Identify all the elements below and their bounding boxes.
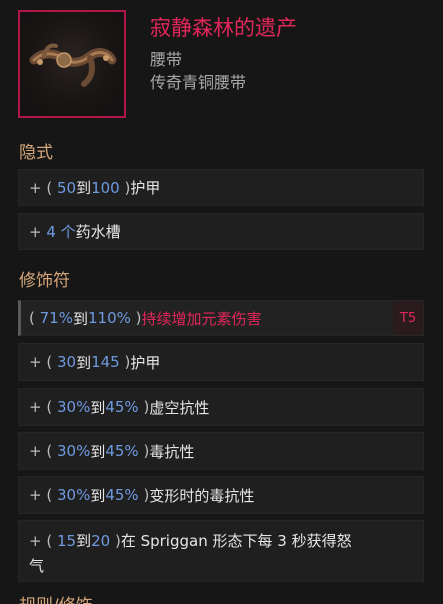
mod-max: 100 [91,178,120,197]
mod-sep: 到 [90,486,106,505]
mod-min: 30 [56,353,77,371]
mod-prefix: + ( [29,353,53,371]
mod-max: 45% [105,398,139,416]
mod-prefix: + ( [29,486,53,504]
mod-min: 15 [56,532,77,550]
mod-line-1: + ( 15到20 )在 Spriggan 形态下每 3 秒获得怒 [29,529,423,554]
mod-prefix: + ( [29,178,53,197]
bronze-belt-icon[interactable] [18,10,126,118]
mod-prefix: + ( [29,442,53,460]
mod-stat: 持续增加元素伤害 [141,309,262,328]
affix-mod-armor[interactable]: + ( 30 到 145 ) 护甲 [18,343,424,381]
mod-sep: 到 [90,442,106,461]
mod-sep: 到 [76,532,92,550]
mod-sep: 到 [90,398,106,417]
affix-mod-elemental-damage[interactable]: ( 71% 到 110% ) 持续增加元素伤害 T5 [18,300,424,336]
belt-artwork [29,43,117,87]
item-name: 寂静森林的遗产 [150,16,297,40]
mod-prefix: ( [29,309,35,327]
affix-mod-void-resistance[interactable]: + ( 30% 到 45% ) 虚空抗性 [18,388,424,426]
mod-prefix: + [29,222,42,241]
mod-stat: 护甲 [130,353,161,372]
affix-mod-spriggan-rage[interactable]: + ( 15到20 )在 Spriggan 形态下每 3 秒获得怒 气 [18,520,424,582]
tier-badge: T5 [393,301,423,335]
mod-max: 20 [91,532,111,550]
mod-sep: 到 [72,309,88,328]
mod-min: 30% [56,486,91,504]
implicit-section-title: 隐式 [19,143,53,163]
mod-prefix: + ( [29,532,53,550]
mod-count: 4 个 [46,223,76,241]
affix-mod-poison-resistance[interactable]: + ( 30% 到 45% ) 毒抗性 [18,432,424,470]
item-base-type: 传奇青铜腰带 [150,73,247,92]
mod-stat: 虚空抗性 [149,398,210,417]
mod-stat: 药水槽 [75,223,121,241]
mod-stat: 护甲 [130,179,161,197]
mod-min: 71% [39,309,73,327]
mod-max: 145 [91,353,120,371]
mod-min: 30% [56,398,91,416]
mod-sep: 到 [76,353,92,372]
mod-stat: 变形时的毒抗性 [149,486,255,505]
mod-max: 45% [105,442,139,460]
mod-prefix: + ( [29,398,53,416]
item-type: 腰带 [150,50,183,69]
mod-max: 110% [88,309,131,327]
mod-stat-line-2: 气 [29,557,45,575]
mod-sep: 到 [76,179,92,197]
mod-max: 45% [105,486,139,504]
item-header: 寂静森林的遗产 腰带 传奇青铜腰带 [0,0,443,130]
affix-mod-transformed-poison-resistance[interactable]: + ( 30% 到 45% ) 变形时的毒抗性 [18,476,424,514]
next-section-title-partial: 规则/修饰 [19,594,93,604]
mod-stat: 毒抗性 [149,442,195,461]
implicit-mod-potion-slots[interactable]: + 4 个 药水槽 [18,213,424,250]
mod-min: 30% [56,442,91,460]
affix-section-title: 修饰符 [19,271,70,291]
mod-min: 50 [56,178,77,197]
implicit-mod-armor[interactable]: + ( 50 到 100 ) 护甲 [18,169,424,206]
mod-stat-line-1: 在 Spriggan 形态下每 3 秒获得怒 [120,532,352,550]
